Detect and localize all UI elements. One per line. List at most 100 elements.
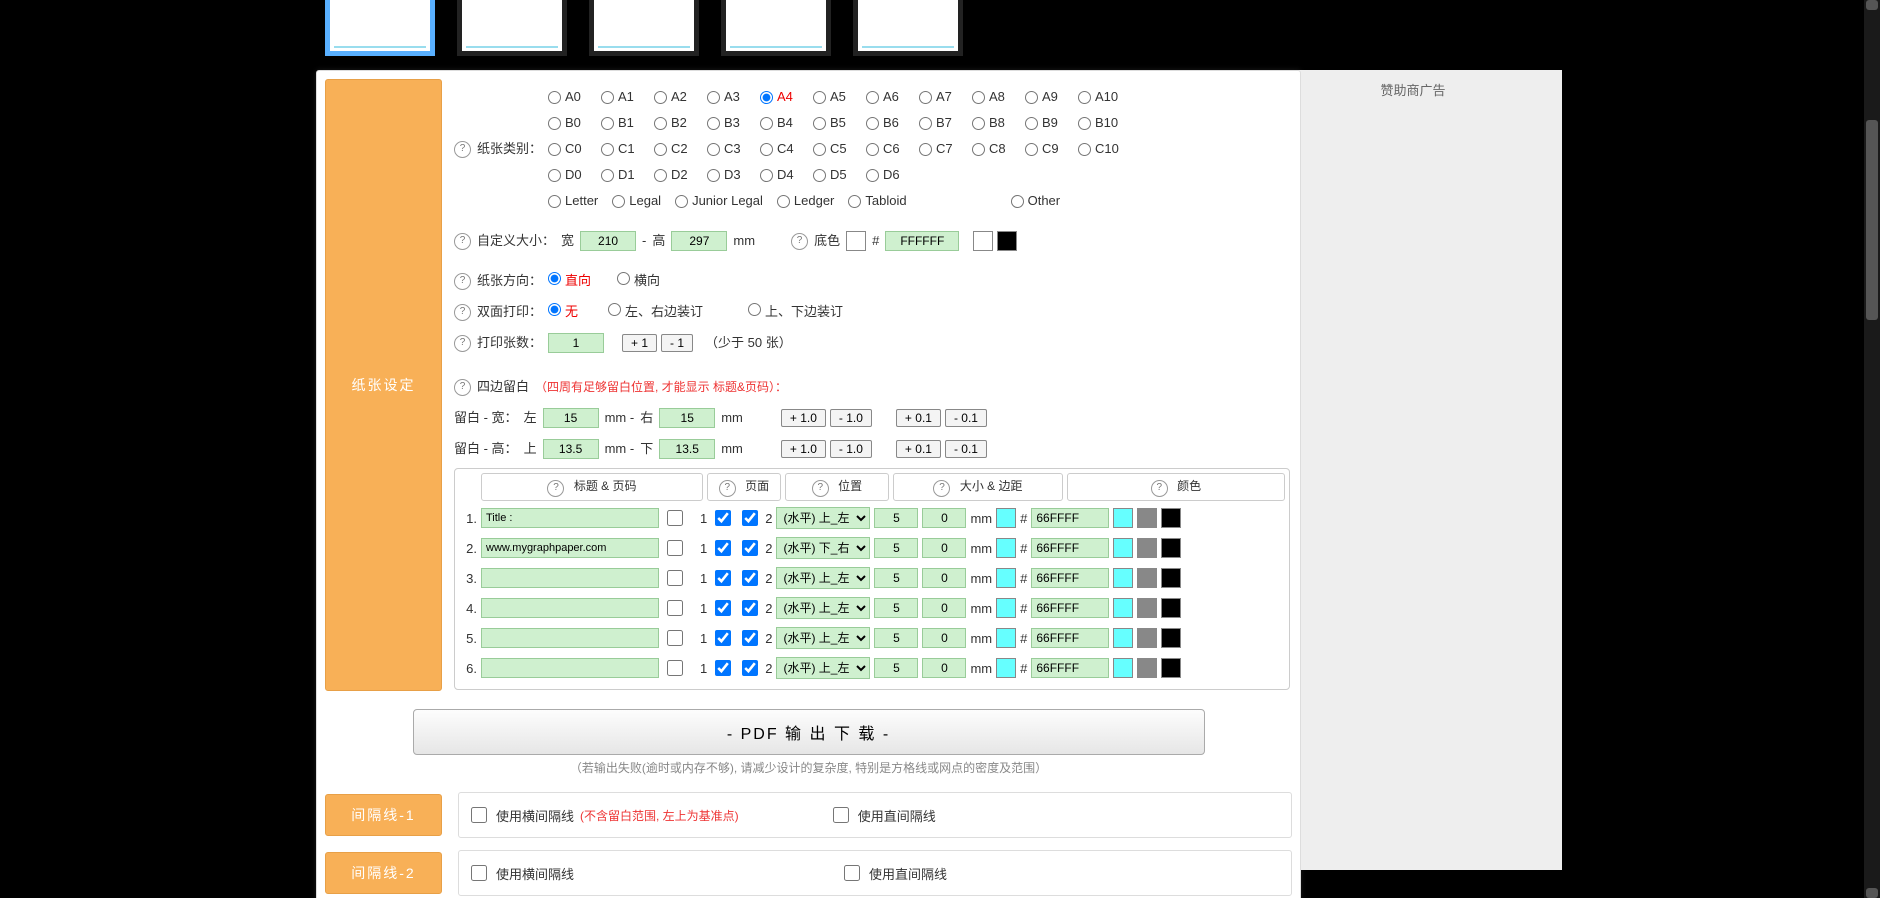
radio-C10[interactable] — [1078, 143, 1091, 156]
swatch-preset-cyan[interactable] — [1113, 658, 1133, 678]
btn-mw-m01[interactable]: - 0.1 — [945, 409, 987, 427]
chk-page2[interactable] — [742, 600, 758, 616]
chk-page2[interactable] — [742, 540, 758, 556]
swatch-white[interactable] — [973, 231, 993, 251]
radio-B10[interactable] — [1078, 117, 1091, 130]
tab-separator-2[interactable]: 间隔线-2 — [325, 852, 442, 894]
swatch-color[interactable] — [996, 538, 1016, 558]
radio-C9[interactable] — [1025, 143, 1038, 156]
radio-B0[interactable] — [548, 117, 561, 130]
template-thumb[interactable] — [721, 0, 831, 56]
swatch-color[interactable] — [996, 598, 1016, 618]
tab-separator-1[interactable]: 间隔线-1 — [325, 794, 442, 836]
swatch-preset-cyan[interactable] — [1113, 598, 1133, 618]
radio-A4[interactable] — [760, 91, 773, 104]
input-title[interactable] — [481, 658, 659, 678]
radio-A9[interactable] — [1025, 91, 1038, 104]
swatch-preset-gray[interactable] — [1137, 538, 1157, 558]
btn-mh-m1[interactable]: - 1.0 — [830, 440, 872, 458]
help-icon[interactable]: ? — [791, 233, 808, 250]
swatch-preset-cyan[interactable] — [1113, 628, 1133, 648]
radio-B8[interactable] — [972, 117, 985, 130]
radio-B6[interactable] — [866, 117, 879, 130]
swatch-color[interactable] — [996, 568, 1016, 588]
input-bg-hex[interactable] — [885, 231, 959, 251]
radio-C5[interactable] — [813, 143, 826, 156]
help-icon[interactable]: ? — [454, 273, 471, 290]
select-position[interactable]: (水平) 上_左 — [776, 627, 870, 649]
input-size[interactable] — [874, 538, 918, 558]
input-size[interactable] — [874, 628, 918, 648]
swatch-preset-gray[interactable] — [1137, 568, 1157, 588]
radio-D4[interactable] — [760, 169, 773, 182]
input-size[interactable] — [874, 508, 918, 528]
radio-landscape[interactable] — [617, 272, 630, 285]
swatch-preset-cyan[interactable] — [1113, 568, 1133, 588]
radio-C4[interactable] — [760, 143, 773, 156]
radio-A8[interactable] — [972, 91, 985, 104]
btn-mh-m01[interactable]: - 0.1 — [945, 440, 987, 458]
scroll-thumb[interactable] — [1866, 120, 1878, 320]
input-size[interactable] — [874, 598, 918, 618]
help-icon[interactable]: ? — [812, 480, 829, 497]
btn-copies-minus[interactable]: - 1 — [661, 334, 693, 352]
radio-duplex-none[interactable] — [548, 303, 561, 316]
chk-page1[interactable] — [715, 510, 731, 526]
input-margin-bottom[interactable] — [659, 439, 715, 459]
radio-D0[interactable] — [548, 169, 561, 182]
radio-D1[interactable] — [601, 169, 614, 182]
radio-Legal[interactable] — [612, 195, 625, 208]
swatch-preset-black[interactable] — [1161, 598, 1181, 618]
input-offset[interactable] — [922, 568, 966, 588]
radio-A3[interactable] — [707, 91, 720, 104]
select-position[interactable]: (水平) 上_左 — [776, 567, 870, 589]
radio-B1[interactable] — [601, 117, 614, 130]
chk-title-extra[interactable] — [667, 660, 683, 676]
radio-Letter[interactable] — [548, 195, 561, 208]
radio-B5[interactable] — [813, 117, 826, 130]
chk-title-extra[interactable] — [667, 600, 683, 616]
select-position[interactable]: (水平) 下_右 — [776, 537, 870, 559]
radio-D2[interactable] — [654, 169, 667, 182]
btn-mw-p1[interactable]: + 1.0 — [781, 409, 826, 427]
radio-C3[interactable] — [707, 143, 720, 156]
chk-page2[interactable] — [742, 630, 758, 646]
help-icon[interactable]: ? — [547, 480, 564, 497]
chk-v-sep-1[interactable] — [833, 807, 849, 823]
swatch-bg[interactable] — [846, 231, 866, 251]
swatch-preset-black[interactable] — [1161, 628, 1181, 648]
input-width[interactable] — [580, 231, 636, 251]
radio-A1[interactable] — [601, 91, 614, 104]
select-position[interactable]: (水平) 上_左 — [776, 507, 870, 529]
input-title[interactable] — [481, 538, 659, 558]
radio-A2[interactable] — [654, 91, 667, 104]
chk-page1[interactable] — [715, 540, 731, 556]
radio-A10[interactable] — [1078, 91, 1091, 104]
input-offset[interactable] — [922, 628, 966, 648]
page-scrollbar[interactable] — [1864, 0, 1880, 898]
help-icon[interactable]: ? — [933, 480, 950, 497]
input-offset[interactable] — [922, 538, 966, 558]
radio-A7[interactable] — [919, 91, 932, 104]
radio-C0[interactable] — [548, 143, 561, 156]
radio-D5[interactable] — [813, 169, 826, 182]
chk-page1[interactable] — [715, 600, 731, 616]
chk-v-sep-2[interactable] — [844, 865, 860, 881]
btn-copies-plus[interactable]: + 1 — [622, 334, 657, 352]
radio-D3[interactable] — [707, 169, 720, 182]
chk-h-sep-1[interactable] — [471, 807, 487, 823]
chk-page1[interactable] — [715, 630, 731, 646]
chk-title-extra[interactable] — [667, 630, 683, 646]
help-icon[interactable]: ? — [454, 233, 471, 250]
radio-B9[interactable] — [1025, 117, 1038, 130]
radio-other[interactable] — [1011, 195, 1024, 208]
input-title[interactable] — [481, 568, 659, 588]
input-color-hex[interactable] — [1031, 598, 1109, 618]
input-title[interactable] — [481, 508, 659, 528]
radio-portrait[interactable] — [548, 272, 561, 285]
swatch-color[interactable] — [996, 658, 1016, 678]
radio-duplex-tb[interactable] — [748, 303, 761, 316]
input-margin-right[interactable] — [659, 408, 715, 428]
help-icon[interactable]: ? — [454, 304, 471, 321]
radio-Junior-Legal[interactable] — [675, 195, 688, 208]
